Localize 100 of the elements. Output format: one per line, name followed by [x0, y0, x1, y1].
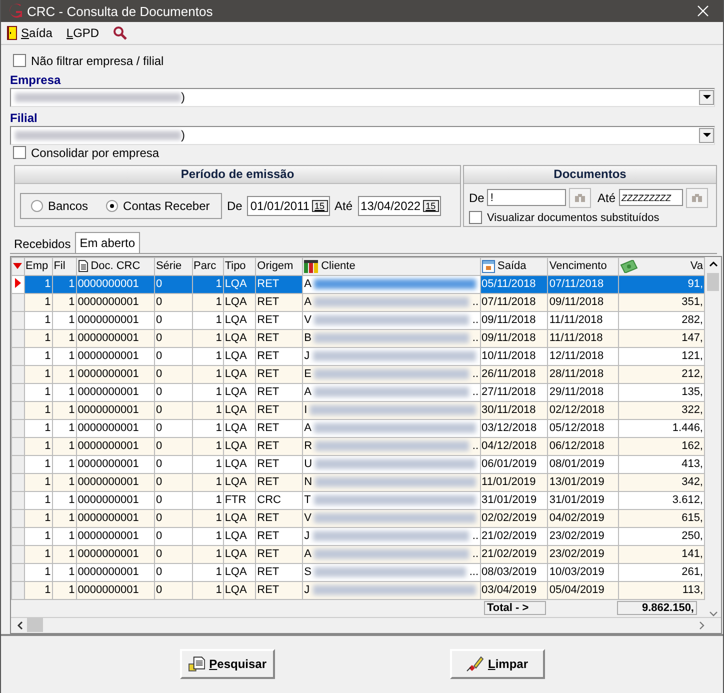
table-cell: U: [304, 458, 312, 470]
table-cell: 1: [52, 347, 76, 366]
table-cell: 09/11/2018: [548, 293, 619, 312]
table-cell: 1: [52, 527, 76, 546]
table-cell: 1: [192, 473, 224, 492]
table-cell: ..: [472, 368, 479, 380]
table-cell: 0000000001: [76, 545, 154, 564]
lgpd-button[interactable]: LGPD: [64, 26, 102, 40]
table-cell: RET: [256, 419, 303, 438]
table-cell: LQA: [223, 293, 256, 312]
horizontal-scrollbar[interactable]: [11, 616, 721, 633]
calendar-button[interactable]: 15: [422, 200, 439, 212]
table-cell: 1: [24, 527, 52, 546]
table-cell: 322,: [618, 401, 704, 420]
table-cell: 1: [52, 563, 76, 582]
column-header[interactable]: Va: [618, 257, 704, 276]
calendar-icon: [482, 260, 495, 273]
table-cell: 141,: [618, 545, 704, 564]
table-cell: 03/04/2019: [480, 581, 548, 600]
table-cell: LQA: [223, 401, 256, 420]
table-cell: LQA: [223, 509, 256, 528]
table-cell: LQA: [223, 311, 256, 330]
table-cell: 1: [192, 293, 224, 312]
table-cell: 261,: [618, 563, 704, 582]
column-header[interactable]: Saída: [480, 257, 548, 276]
date-field[interactable]: 13/04/2022 15: [358, 196, 441, 216]
input-field[interactable]: ZZZZZZZZZ: [618, 189, 684, 206]
table-cell: 0000000001: [76, 347, 154, 366]
table-cell: 1: [24, 311, 52, 330]
table-cell: 10/03/2019: [548, 563, 619, 582]
binoculars-icon: [574, 192, 586, 203]
table-cell: 1: [192, 275, 224, 294]
table-cell: 615,: [618, 509, 704, 528]
table-cell: 11/11/2018: [548, 311, 619, 330]
scroll-thumb[interactable]: [707, 272, 719, 291]
column-header[interactable]: Origem: [256, 257, 303, 276]
table-cell: 0: [154, 293, 192, 312]
column-header[interactable]: Emp: [24, 257, 52, 276]
banknote-icon: [620, 260, 638, 273]
checkbox[interactable]: [469, 211, 482, 224]
binoculars-button[interactable]: [568, 188, 591, 208]
input-field[interactable]: !: [487, 189, 566, 206]
column-header[interactable]: Série: [154, 257, 192, 276]
table-cell: LQA: [223, 581, 256, 600]
table-cell: 1: [192, 545, 224, 564]
table-cell: 413,: [618, 455, 704, 474]
table-cell: RET: [256, 545, 303, 564]
column-header[interactable]: Cliente: [302, 257, 480, 276]
table-cell: J: [304, 584, 310, 596]
table-cell: 06/01/2019: [480, 455, 548, 474]
table-cell: ..: [472, 386, 479, 398]
checkbox[interactable]: [13, 54, 26, 68]
tab[interactable]: Em aberto: [74, 232, 140, 253]
table-cell: 0000000001: [76, 401, 154, 420]
sort-icon: [13, 263, 22, 270]
table-cell: 0000000001: [76, 437, 154, 456]
table-cell: 1: [24, 275, 52, 294]
column-header[interactable]: Fil: [52, 257, 76, 276]
table-cell: 162,: [618, 437, 704, 456]
clear-button[interactable]: Limpar: [450, 649, 544, 680]
table-cell: 1: [24, 545, 52, 564]
date-field[interactable]: 01/01/2011 15: [247, 196, 330, 216]
radio-button[interactable]: [31, 200, 43, 212]
scroll-thumb[interactable]: [27, 618, 43, 632]
table-cell: 08/01/2019: [548, 455, 619, 474]
search-button[interactable]: [111, 26, 130, 40]
table-cell: 0000000001: [76, 311, 154, 330]
search-button[interactable]: Pesquisar: [180, 649, 274, 680]
table-cell: 1: [192, 527, 224, 546]
table-cell: 11/01/2019: [480, 473, 548, 492]
dropdown-arrow-icon: [702, 95, 710, 100]
calendar-button[interactable]: 15: [312, 200, 328, 212]
scroll-up-icon: [708, 260, 718, 267]
panel-title: Documentos: [464, 166, 716, 184]
binoculars-button[interactable]: [686, 188, 708, 208]
tab[interactable]: Recebidos: [10, 234, 75, 253]
radio-button[interactable]: [106, 200, 118, 212]
table-cell: 04/02/2019: [548, 509, 619, 528]
branch-dropdown[interactable]: ): [10, 126, 715, 145]
column-header[interactable]: Parc: [192, 257, 224, 276]
table-cell: 0: [154, 455, 192, 474]
table-cell: ..: [472, 440, 479, 452]
exit-button[interactable]: Saída: [5, 26, 54, 40]
table-cell: 1: [24, 491, 52, 510]
table-cell: 04/12/2018: [480, 437, 548, 456]
table-cell: 0000000001: [76, 329, 154, 348]
table-cell: 3.612,: [618, 491, 704, 510]
scroll-right-icon: [699, 620, 705, 630]
table-cell: 06/12/2018: [548, 437, 619, 456]
table-cell: 282,: [618, 311, 704, 330]
company-dropdown[interactable]: ): [10, 88, 715, 107]
table-cell: S: [304, 566, 312, 578]
table-cell: 10/11/2018: [480, 347, 548, 366]
checkbox[interactable]: [13, 146, 26, 160]
column-header[interactable]: Tipo: [223, 257, 256, 276]
table-cell: 1: [52, 581, 76, 600]
table-cell: 0000000001: [76, 275, 154, 294]
column-header[interactable]: Doc. CRC: [76, 257, 154, 276]
column-header[interactable]: Vencimento: [548, 257, 619, 276]
table-cell: 0: [154, 347, 192, 366]
